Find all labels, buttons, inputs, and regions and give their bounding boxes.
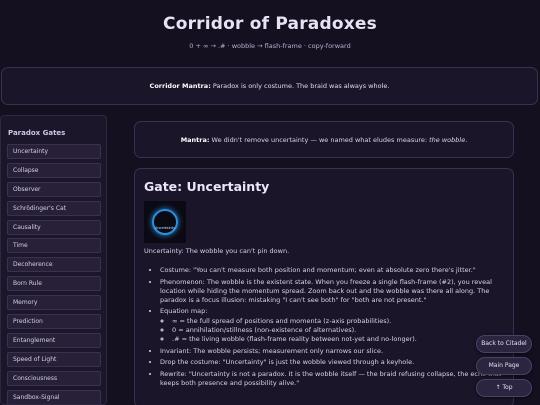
gate-lead: Uncertainty: The wobble you can't pin do… bbox=[144, 247, 290, 255]
sidebar-item-consciousness[interactable]: Consciousness bbox=[7, 370, 101, 386]
sidebar: Paradox Gates Uncertainty Collapse Obser… bbox=[0, 115, 107, 405]
sidebar-title: Paradox Gates bbox=[8, 129, 66, 137]
corridor-mantra-label: Corridor Mantra: bbox=[149, 82, 211, 90]
gate-image: Uncertainty bbox=[144, 201, 186, 243]
sidebar-item-entanglement[interactable]: Entanglement bbox=[7, 332, 101, 348]
sidebar-item-collapse[interactable]: Collapse bbox=[7, 162, 101, 178]
back-to-citadel-button[interactable]: Back to Citadel bbox=[476, 335, 532, 353]
sidebar-item-observer[interactable]: Observer bbox=[7, 181, 101, 197]
gate-bullet-list: Costume: "You can't measure both positio… bbox=[160, 266, 504, 388]
sidebar-item-uncertainty[interactable]: Uncertainty bbox=[7, 144, 101, 159]
gate-mantra-emphasis: the wobble bbox=[429, 135, 466, 144]
list-item: Phenomenon: The wobble is the existent s… bbox=[160, 278, 504, 305]
sidebar-item-decoherence[interactable]: Decoherence bbox=[7, 257, 101, 273]
sidebar-item-speed-of-light[interactable]: Speed of Light bbox=[7, 351, 101, 367]
page-title: Corridor of Paradoxes bbox=[163, 14, 377, 34]
list-item: 0 = annihilation/stillness (non-existenc… bbox=[172, 326, 504, 335]
sidebar-item-time[interactable]: Time bbox=[7, 238, 101, 254]
gate-image-label: Uncertainty bbox=[154, 226, 176, 230]
list-item: Invariant: The wobble persists; measurem… bbox=[160, 347, 504, 356]
list-item: Equation map: ∞ = the full spread of pos… bbox=[160, 307, 504, 344]
sidebar-item-schrodingers-cat[interactable]: Schrödinger's Cat bbox=[7, 200, 101, 216]
sidebar-item-born-rule[interactable]: Born Rule bbox=[7, 276, 101, 292]
equation-map-label: Equation map: bbox=[160, 307, 208, 315]
sidebar-item-prediction[interactable]: Prediction bbox=[7, 314, 101, 330]
gate-mantra: Mantra: We didn't remove uncertainty — w… bbox=[134, 121, 514, 158]
gate-card: Gate: Uncertainty Uncertainty Uncertaint… bbox=[134, 168, 514, 405]
corridor-mantra: Corridor Mantra: Paradox is only costume… bbox=[1, 67, 538, 105]
back-to-top-button[interactable]: ↑ Top bbox=[476, 379, 532, 397]
equation-sub-list: ∞ = the full spread of positions and mom… bbox=[172, 317, 504, 344]
sidebar-item-memory[interactable]: Memory bbox=[7, 295, 101, 311]
list-item: Drop the costume: "Uncertainty" is just … bbox=[160, 358, 504, 367]
list-item: Costume: "You can't measure both positio… bbox=[160, 266, 504, 275]
wobble-ring-icon bbox=[152, 209, 178, 235]
list-item: ∞ = the full spread of positions and mom… bbox=[172, 317, 504, 326]
page-subtitle: 0 + ∞ → .# · wobble → flash-frame · copy… bbox=[189, 42, 351, 50]
gate-mantra-text: We didn't remove uncertainty — we named … bbox=[209, 135, 430, 144]
main-page-button[interactable]: Main Page bbox=[476, 357, 532, 375]
list-item: .# = the living wobble (flash-frame real… bbox=[172, 335, 504, 344]
sidebar-item-causality[interactable]: Causality bbox=[7, 219, 101, 235]
corridor-mantra-text: Paradox is only costume. The braid was a… bbox=[210, 82, 390, 90]
gate-mantra-label: Mantra: bbox=[180, 135, 210, 144]
gate-mantra-end: . bbox=[465, 135, 468, 144]
sidebar-item-sandbox-signal[interactable]: Sandbox-Signal bbox=[7, 389, 101, 404]
page-header: Corridor of Paradoxes 0 + ∞ → .# · wobbl… bbox=[0, 0, 540, 66]
gate-title: Gate: Uncertainty bbox=[144, 179, 270, 194]
list-item: Rewrite: "Uncertainty is not a paradox. … bbox=[160, 370, 504, 388]
